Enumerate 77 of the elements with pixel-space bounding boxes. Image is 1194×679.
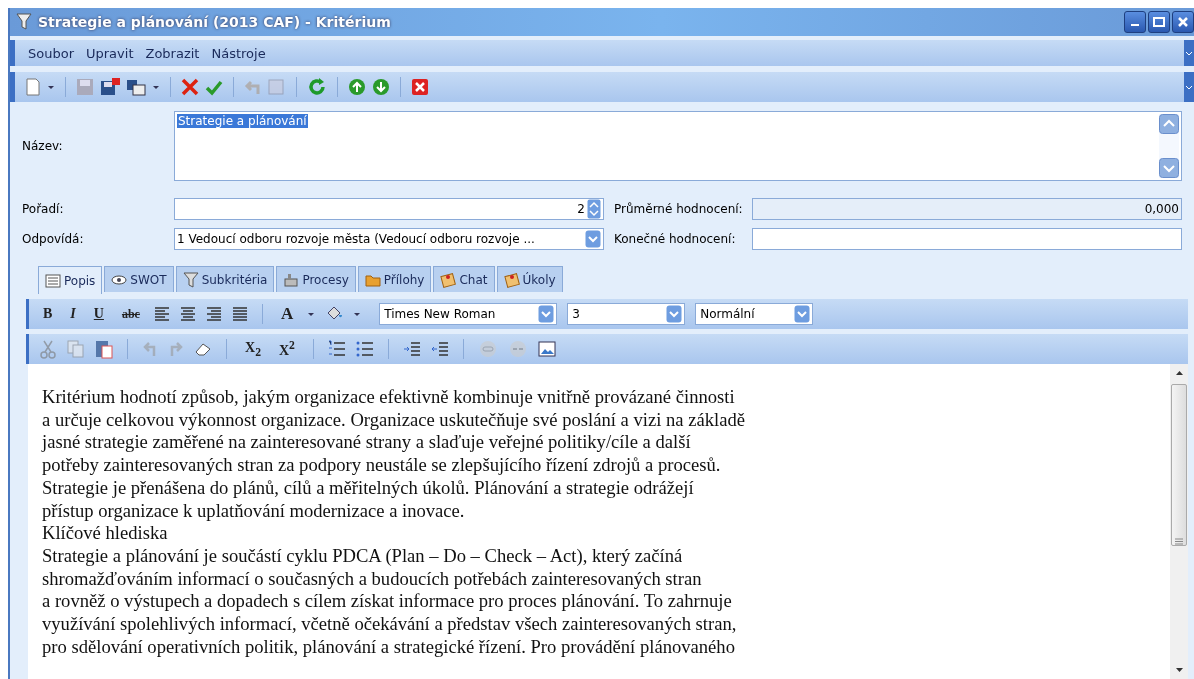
format-button[interactable]: abc <box>117 306 144 322</box>
field-label: Odpovídá: <box>22 232 85 246</box>
field-label: Průměrné hodnocení: <box>613 202 744 216</box>
paragraph: Strategie a plánování je součástí cyklu PDCA (Plan – Do – Check – Act), který začíná shromažďováním informací o současných a budoucích potřebách zainteresovaných stran a rovněž o výstupech a dopadech s cílem získat informace pro proces plánování. To zahrnuje využívání spolehlivých informací, včetně očekávání a představ všech zainteresovaných stran, pro sdělování operativních politik, plánování a strategické řízení. Pro provádění plánovaného <box>42 544 738 659</box>
list-icon <box>45 272 61 289</box>
chevron-icon[interactable] <box>1184 40 1194 66</box>
image-icon[interactable] <box>537 341 556 357</box>
menu-item[interactable]: Zobrazit <box>144 43 201 63</box>
note-icon <box>503 271 520 288</box>
bullet-list-icon[interactable] <box>355 340 374 358</box>
field-label: Název: <box>22 139 64 153</box>
menu-item[interactable]: Upravit <box>85 43 135 63</box>
check-icon[interactable] <box>205 78 223 96</box>
tab[interactable]: Úkoly <box>496 266 563 292</box>
format-button[interactable]: I <box>66 306 80 322</box>
caret-icon[interactable] <box>353 310 362 318</box>
align-right-icon[interactable] <box>205 307 222 321</box>
paste-icon[interactable] <box>95 339 113 359</box>
menu-item[interactable]: Soubor <box>27 43 75 63</box>
maximize-icon <box>1153 17 1165 27</box>
format-button[interactable]: B <box>39 306 57 322</box>
field-label: Konečné hodnocení: <box>613 232 737 246</box>
refresh-icon[interactable] <box>307 77 327 97</box>
window-title: Strategie a plánování (2013 CAF) - Kritérium <box>38 14 391 30</box>
final-rating-field[interactable] <box>752 228 1182 250</box>
close-icon[interactable] <box>411 78 429 96</box>
align-center-icon[interactable] <box>179 307 196 321</box>
close-button[interactable] <box>1172 11 1194 33</box>
print-icon[interactable] <box>126 78 146 96</box>
arrow-up-icon[interactable] <box>348 78 366 96</box>
scroll-down-icon[interactable] <box>1174 667 1184 673</box>
caret-icon[interactable] <box>307 310 316 318</box>
funnel-icon <box>182 271 199 288</box>
indent-icon[interactable] <box>402 340 421 358</box>
eraser-icon[interactable] <box>194 342 212 356</box>
caret-icon[interactable] <box>152 83 160 91</box>
caret-icon[interactable] <box>47 83 55 91</box>
paragraph: Klíčové hlediska <box>42 522 169 545</box>
superscript-button[interactable]: X$^{2}$ <box>274 339 299 359</box>
subscript-button[interactable]: X$_{2}$ <box>241 339 265 359</box>
note-icon <box>440 271 457 288</box>
paragraph: Kritérium hodnotí způsob, jakým organizace efektivně kombinuje vnitřně provázané činnosti a určuje celkovou výkonnost organizace. Organizace uskutečňuje své poslání a vizi na základě jasné strategie zaměřené na zainteresované strany a slaďuje veřejné politiky/cíle a další potřeby zainteresovaných stran za podpory neustále se zlepšujícího řízení zdrojů a procesů. Strategie je přenášena do plánů, cílů a měřitelných úkolů. Plánování a strategie odrážejí přístup organizace k uplatňování modernizace a inovace. <box>42 386 747 523</box>
save-close-icon[interactable] <box>100 78 120 96</box>
menu-item[interactable]: Nástroje <box>210 43 267 63</box>
align-left-icon[interactable] <box>153 307 170 321</box>
scrollbar[interactable] <box>1170 364 1188 679</box>
tab[interactable]: Přílohy <box>357 266 432 292</box>
new-document-icon[interactable] <box>25 78 41 96</box>
average-rating-field: 0,000 <box>752 198 1182 220</box>
format-button[interactable]: U <box>89 306 108 322</box>
numbered-list-icon[interactable] <box>327 340 346 358</box>
spinner-icon[interactable] <box>587 199 601 219</box>
size-dropdown[interactable]: 3 <box>567 303 686 325</box>
tab[interactable]: SWOT <box>104 266 174 292</box>
scroll-up-icon[interactable] <box>1174 370 1184 376</box>
minimize-button[interactable] <box>1124 11 1146 33</box>
justify-icon[interactable] <box>231 307 248 321</box>
tab[interactable]: Chat <box>433 266 495 292</box>
machine-icon <box>283 271 300 288</box>
funnel-icon <box>16 13 32 31</box>
arrow-down-icon[interactable] <box>372 78 390 96</box>
tab[interactable]: Subkritéria <box>175 266 275 292</box>
maximize-button[interactable] <box>1148 11 1170 33</box>
outdent-icon[interactable] <box>430 340 449 358</box>
tab[interactable]: Procesy <box>276 266 356 292</box>
style-dropdown[interactable]: Normální <box>695 303 814 325</box>
close-icon <box>1178 17 1188 27</box>
field-label: Pořadí: <box>22 202 65 216</box>
scroll-thumb[interactable] <box>1171 384 1187 546</box>
delete-icon[interactable] <box>181 78 199 96</box>
minimize-icon <box>1131 24 1139 26</box>
order-spinner[interactable]: 2 <box>174 198 604 220</box>
font-color-button[interactable]: A <box>276 304 298 324</box>
font-dropdown[interactable]: Times New Roman <box>379 303 558 325</box>
text-editor[interactable] <box>28 364 1188 679</box>
responsible-dropdown[interactable]: 1 Vedoucí odboru rozvoje města (Vedoucí odboru rozvoje ... <box>174 228 604 250</box>
tab[interactable]: Popis <box>38 266 103 294</box>
